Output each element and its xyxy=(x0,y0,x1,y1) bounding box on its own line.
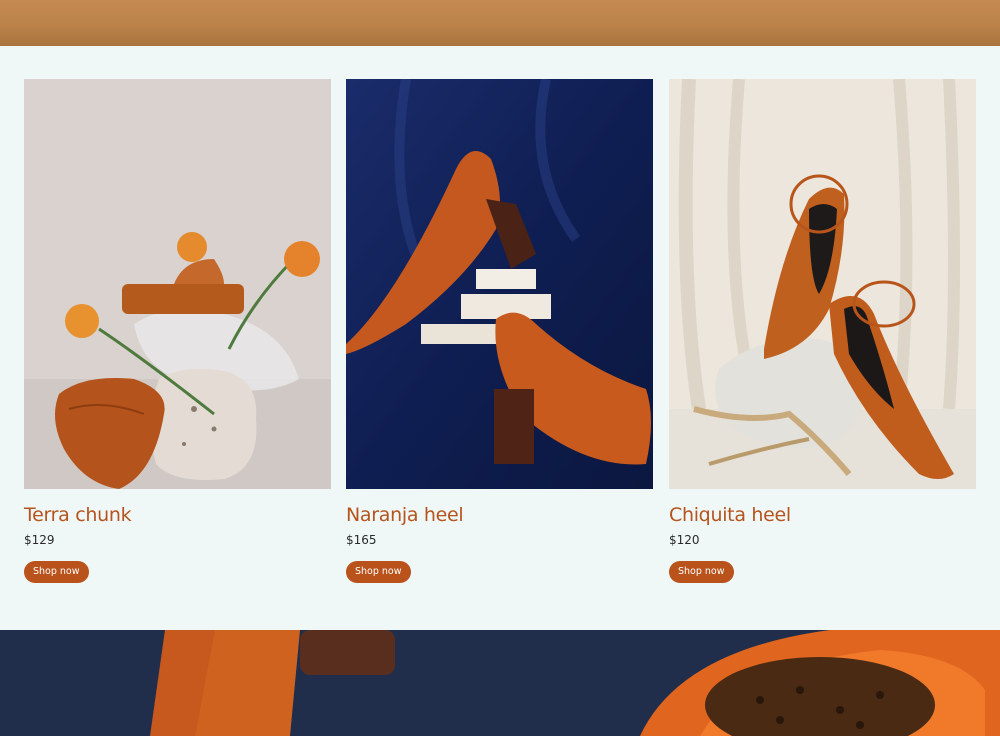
product-price: $165 xyxy=(346,533,377,547)
naranja-heel-photo xyxy=(346,79,653,489)
product-image-naranja-heel[interactable] xyxy=(346,79,653,489)
product-image-terra-chunk[interactable] xyxy=(24,79,331,489)
terra-chunk-photo xyxy=(24,79,331,489)
product-grid: Terra chunk $129 Shop now Naranja heel $… xyxy=(0,46,1000,630)
papaya-heel-banner-photo xyxy=(0,630,1000,736)
shop-now-button[interactable]: Shop now xyxy=(346,561,411,583)
shop-now-button[interactable]: Shop now xyxy=(24,561,89,583)
shop-now-button[interactable]: Shop now xyxy=(669,561,734,583)
product-card: Naranja heel $165 Shop now xyxy=(346,79,653,583)
product-image-chiquita-heel[interactable] xyxy=(669,79,976,489)
bottom-banner-image xyxy=(0,630,1000,736)
product-price: $129 xyxy=(24,533,55,547)
product-name[interactable]: Terra chunk xyxy=(24,504,331,526)
product-name[interactable]: Chiquita heel xyxy=(669,504,976,526)
product-card: Terra chunk $129 Shop now xyxy=(24,79,331,583)
chiquita-heel-photo xyxy=(669,79,976,489)
product-card: Chiquita heel $120 Shop now xyxy=(669,79,976,583)
product-price: $120 xyxy=(669,533,700,547)
top-banner-image xyxy=(0,0,1000,46)
product-name[interactable]: Naranja heel xyxy=(346,504,653,526)
